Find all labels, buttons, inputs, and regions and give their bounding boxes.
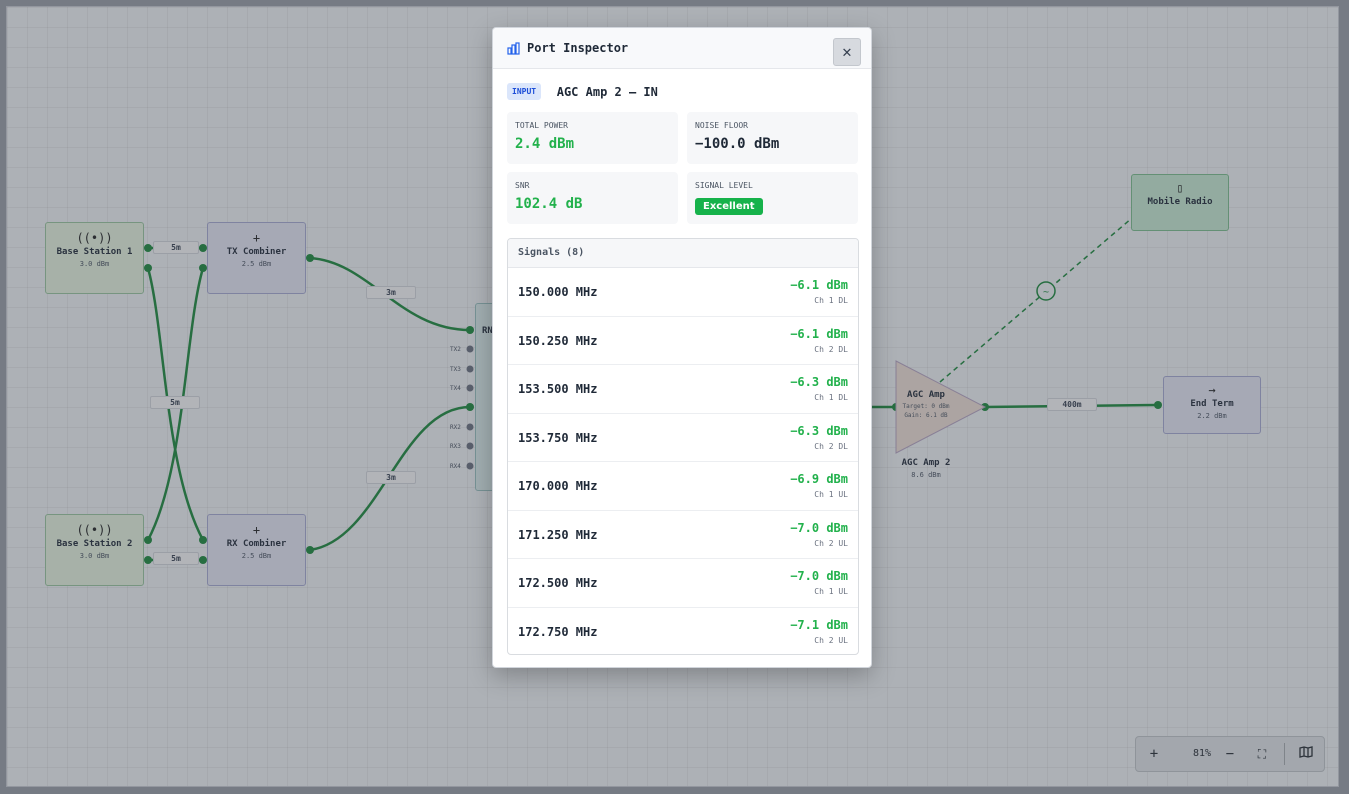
signal-row: 172.500 MHz −7.0 dBm Ch 1 UL xyxy=(508,559,858,608)
signal-channel: Ch 2 UL xyxy=(814,635,848,645)
stat-value: 102.4 dB xyxy=(515,196,583,212)
zoom-out-button[interactable]: − xyxy=(1220,737,1240,771)
signal-power: −6.3 dBm xyxy=(790,423,848,438)
dialog-title: Port Inspector xyxy=(527,41,629,55)
signal-power: −6.3 dBm xyxy=(790,375,848,389)
stat-total-power: TOTAL POWER 2.4 dBm xyxy=(507,112,678,164)
signal-row: 172.750 MHz −7.1 dBm Ch 2 UL xyxy=(508,608,858,655)
signal-channel: Ch 1 DL xyxy=(814,296,848,305)
signal-row: 171.250 MHz −7.0 dBm Ch 2 UL xyxy=(508,511,858,559)
port-name: AGC Amp 2 – IN xyxy=(556,84,658,99)
stat-snr: SNR 102.4 dB xyxy=(507,172,678,224)
signal-row: 153.500 MHz −6.3 dBm Ch 1 DL xyxy=(508,365,858,414)
signal-frequency: 153.750 MHz xyxy=(518,430,598,445)
stat-value: 2.4 dBm xyxy=(515,136,575,152)
fit-screen-icon[interactable]: ⛶ xyxy=(1252,737,1272,771)
signal-power: −6.9 dBm xyxy=(790,472,848,486)
signal-channel: Ch 1 DL xyxy=(814,393,848,402)
signal-channel: Ch 2 DL xyxy=(814,441,848,451)
signal-frequency: 172.500 MHz xyxy=(518,576,598,590)
signal-row: 170.000 MHz −6.9 dBm Ch 1 UL xyxy=(508,462,858,511)
port-title: INPUT AGC Amp 2 – IN xyxy=(507,81,658,100)
signal-channel: Ch 2 UL xyxy=(814,538,848,548)
zoom-toolbar: + 81% − ⛶ xyxy=(1135,736,1325,772)
signal-row: 153.750 MHz −6.3 dBm Ch 2 DL xyxy=(508,414,858,462)
signal-channel: Ch 1 UL xyxy=(814,587,848,596)
signal-frequency: 150.250 MHz xyxy=(518,333,598,348)
signal-row: 150.000 MHz −6.1 dBm Ch 1 DL xyxy=(508,268,858,317)
signal-level-badge: Excellent xyxy=(695,198,763,215)
zoom-in-button[interactable]: + xyxy=(1144,737,1164,771)
close-button[interactable]: ✕ xyxy=(833,38,861,66)
bar-chart-icon xyxy=(507,42,520,55)
signals-list: Signals (8) 150.000 MHz −6.1 dBm Ch 1 DL 1… xyxy=(507,238,859,655)
stat-signal-level: SIGNAL LEVEL Excellent xyxy=(687,172,858,224)
signal-frequency: 170.000 MHz xyxy=(518,479,598,493)
signal-power: −7.1 dBm xyxy=(790,617,848,632)
toolbar-divider xyxy=(1284,743,1285,765)
stat-noise-floor: NOISE FLOOR −100.0 dBm xyxy=(687,112,858,164)
map-icon xyxy=(1299,746,1313,758)
signal-row: 150.250 MHz −6.1 dBm Ch 2 DL xyxy=(508,317,858,365)
signal-frequency: 172.750 MHz xyxy=(518,624,598,639)
signal-power: −7.0 dBm xyxy=(790,520,848,535)
signal-frequency: 150.000 MHz xyxy=(518,285,598,299)
signal-channel: Ch 1 UL xyxy=(814,490,848,499)
signals-header: Signals (8) xyxy=(508,239,858,268)
stat-value: −100.0 dBm xyxy=(695,136,780,152)
signal-power: −6.1 dBm xyxy=(790,326,848,341)
port-direction-badge: INPUT xyxy=(507,83,542,100)
stat-label: TOTAL POWER xyxy=(515,121,568,130)
signal-frequency: 153.500 MHz xyxy=(518,382,598,396)
close-icon: ✕ xyxy=(842,42,852,61)
minimap-button[interactable] xyxy=(1296,737,1316,771)
stat-label: NOISE FLOOR xyxy=(695,121,748,130)
signal-power: −7.0 dBm xyxy=(790,569,848,583)
signal-frequency: 171.250 MHz xyxy=(518,527,598,542)
port-inspector-dialog: Port Inspector ✕ INPUT AGC Amp 2 – IN TO… xyxy=(492,27,872,668)
dialog-header: Port Inspector ✕ xyxy=(493,28,871,69)
stat-label: SIGNAL LEVEL xyxy=(695,181,753,190)
stat-label: SNR xyxy=(515,181,530,190)
zoom-level: 81% xyxy=(1192,748,1212,759)
signal-channel: Ch 2 DL xyxy=(814,344,848,354)
signal-power: −6.1 dBm xyxy=(790,278,848,292)
